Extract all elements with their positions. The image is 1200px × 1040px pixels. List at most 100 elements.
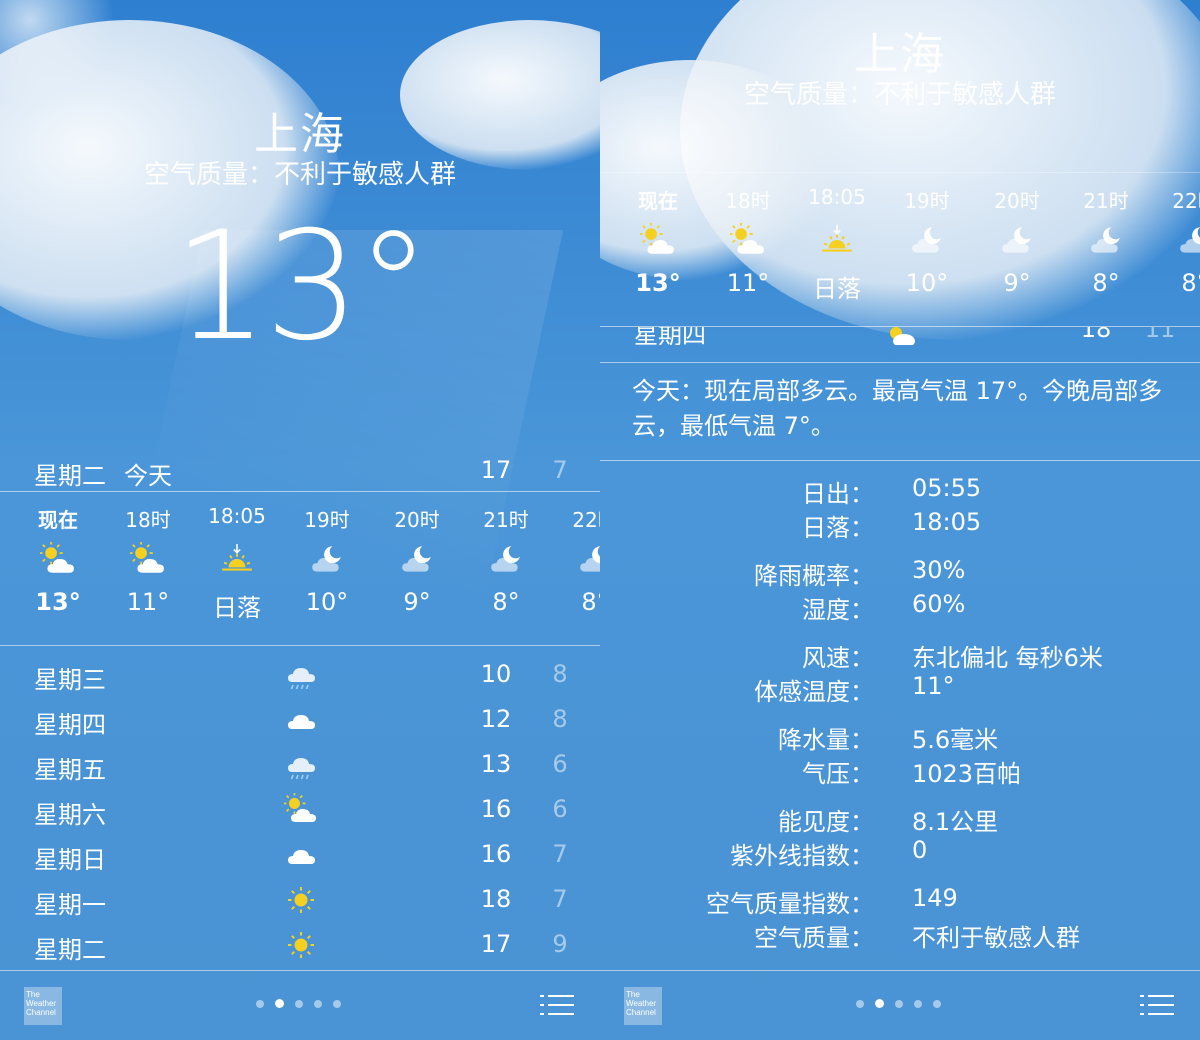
hourly-time: 19时 (304, 508, 350, 532)
detail-label: 日落： (802, 514, 874, 542)
cloud-icon (288, 715, 315, 729)
page-dot[interactable] (875, 999, 884, 1008)
detail-label: 体感温度： (754, 678, 874, 706)
detail-label: 降雨概率： (754, 562, 874, 590)
hourly-time: 18时 (125, 508, 171, 532)
page-dot[interactable] (856, 999, 864, 1008)
hourly-item: 现在 13° (613, 185, 703, 297)
detail-value: 不利于敏感人群 (912, 924, 1080, 952)
hourly-item: 18时 11° (103, 504, 193, 616)
weather-channel-logo[interactable]: The Weather Channel (624, 987, 662, 1025)
hourly-time: 20时 (994, 189, 1040, 213)
partly-cloudy-night-icon (1002, 227, 1031, 253)
bottom-toolbar: The Weather Channel (0, 970, 600, 1040)
page-dot[interactable] (914, 999, 922, 1008)
daily-forecast-row: 星期日 16 7 (0, 832, 600, 877)
hourly-item: 19时 10° (282, 504, 372, 616)
partial-row-weekday: 星期四 (634, 327, 706, 345)
detail-label: 紫外线指数： (730, 842, 874, 870)
page-dot[interactable] (333, 999, 341, 1008)
air-quality-status: 空气质量：不利于敏感人群 (143, 160, 456, 190)
page-dot[interactable] (314, 999, 322, 1008)
hourly-item: 18时 11° (703, 185, 793, 297)
daily-summary-text: 今天：现在局部多云。最高气温 17°。今晚局部多云，最低气温 7°。 (632, 377, 1163, 440)
detail-row: 降水量： 5.6毫米 (600, 720, 1200, 754)
high-temp: 10 (480, 660, 512, 688)
city-name: 上海 (854, 29, 946, 80)
hourly-item: 19时 10° (882, 185, 972, 297)
hourly-time: 18时 (725, 189, 771, 213)
city-list-icon[interactable] (1140, 993, 1174, 1017)
current-temperature: 13° (173, 200, 431, 374)
weather-panel-details[interactable]: 上海 空气质量：不利于敏感人群 现在 13° 18时 11° 18:05 日落 19时 10°… (600, 0, 1200, 1040)
daily-forecast-row: 星期一 18 7 (0, 877, 600, 922)
detail-label: 空气质量指数： (706, 890, 874, 918)
detail-label: 湿度： (802, 596, 874, 624)
hourly-value: 日落 (813, 275, 861, 303)
partly-cloudy-day-icon (284, 793, 316, 822)
rain-icon (288, 668, 315, 690)
page-dot[interactable] (895, 999, 903, 1008)
today-label: 今天 (124, 462, 172, 490)
detail-value: 30% (912, 556, 966, 584)
detail-row: 日落： 18:05 (600, 508, 1200, 542)
daily-forecast-row: 星期三 10 8 (0, 652, 600, 697)
partial-row-low: 11 (1144, 327, 1176, 343)
detail-row: 能见度： 8.1公里 (600, 802, 1200, 836)
rain-icon (288, 758, 315, 780)
page-indicator[interactable] (856, 999, 941, 1008)
high-temp: 17 (480, 930, 512, 958)
hourly-value: 13° (635, 269, 681, 297)
low-temp: 8 (552, 705, 568, 733)
weather-channel-logo[interactable]: The Weather Channel (24, 987, 62, 1025)
page-indicator[interactable] (256, 999, 341, 1008)
detail-row: 空气质量： 不利于敏感人群 (600, 918, 1200, 952)
page-dot[interactable] (275, 999, 284, 1008)
hourly-time: 21时 (483, 508, 529, 532)
partly-cloudy-day-icon (40, 542, 74, 573)
divider (0, 645, 600, 646)
hourly-item: 18:05 日落 (192, 504, 282, 623)
hourly-value: 11° (126, 588, 170, 616)
city-list-icon[interactable] (540, 993, 574, 1017)
divider (600, 362, 1200, 363)
hourly-time: 现在 (38, 508, 78, 532)
page-dot[interactable] (295, 999, 303, 1008)
partly-cloudy-night-icon (491, 546, 520, 572)
detail-row: 气压： 1023百帕 (600, 754, 1200, 788)
weekday-label: 星期日 (34, 846, 106, 874)
hourly-time: 20时 (394, 508, 440, 532)
partly-cloudy-night-icon (1180, 227, 1200, 253)
hourly-value: 日落 (213, 594, 261, 622)
hourly-value: 8° (1092, 269, 1120, 297)
detail-value: 1023百帕 (912, 760, 1022, 788)
hourly-item: 21时 8° (461, 504, 551, 616)
divider (600, 172, 1200, 173)
divider (600, 460, 1200, 461)
partly-cloudy-night-icon (580, 546, 600, 572)
partial-row-high: 18 (1080, 327, 1112, 343)
high-temp: 18 (480, 885, 512, 913)
detail-row: 紫外线指数： 0 (600, 836, 1200, 870)
sunset-icon (822, 225, 852, 252)
today-high: 17 (480, 456, 512, 484)
page-dot[interactable] (256, 999, 264, 1008)
weather-panel-overview[interactable]: 上海 空气质量：不利于敏感人群 13° 星期二 今天 17 7 现在 13° 18时… (0, 0, 600, 1040)
detail-value: 8.1公里 (912, 808, 999, 836)
weekday-label: 星期六 (34, 801, 106, 829)
weekday-label: 星期三 (34, 666, 106, 694)
sun-icon (288, 887, 314, 913)
detail-value: 18:05 (912, 508, 982, 536)
low-temp: 7 (552, 885, 568, 913)
detail-row: 湿度： 60% (600, 590, 1200, 624)
sunset-icon (222, 544, 252, 571)
partly-cloudy-night-icon (312, 546, 341, 572)
sun-icon (288, 932, 314, 958)
page-dot[interactable] (933, 999, 941, 1008)
hourly-time: 现在 (638, 189, 678, 213)
cloud-icon (288, 850, 315, 864)
today-low: 7 (552, 456, 568, 484)
partly-cloudy-day-icon (730, 223, 764, 254)
hourly-time: 18:05 (808, 185, 866, 209)
detail-label: 气压： (802, 760, 874, 788)
